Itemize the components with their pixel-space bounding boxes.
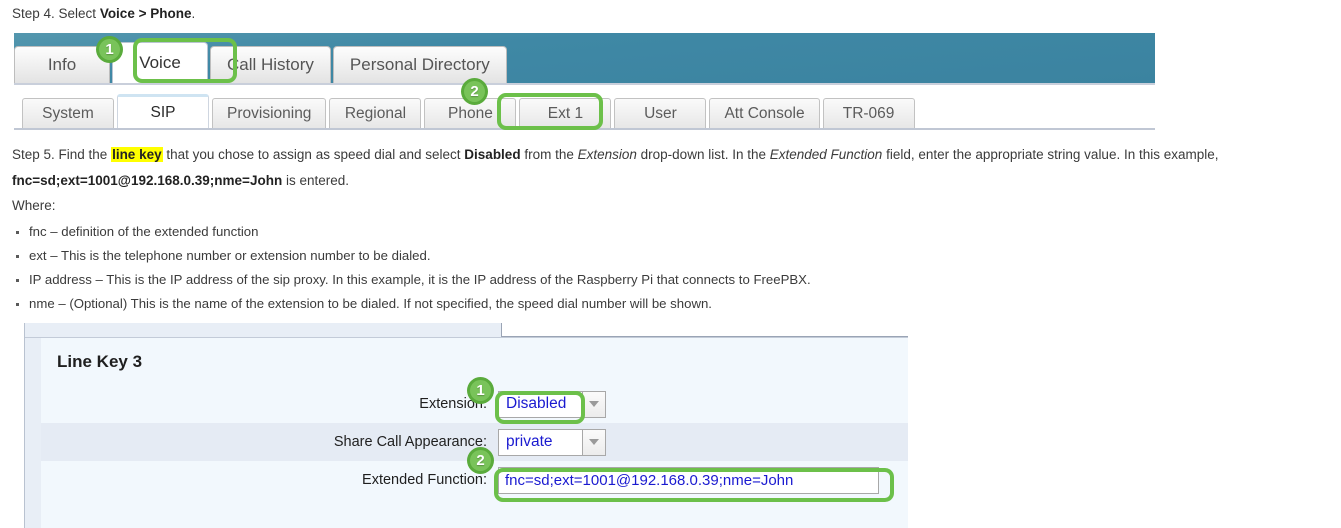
field-row-trailing — [41, 499, 908, 528]
step-5-bold-disabled: Disabled — [464, 147, 521, 162]
callout-badge-2-phone: 2 — [461, 78, 488, 105]
step-4-instruction: Step 4. Select Voice > Phone. — [12, 5, 195, 23]
step-4-prefix: Step 4. Select — [12, 6, 100, 21]
callout-badge-2-phone-label: 2 — [470, 83, 479, 100]
subtab-user[interactable]: User — [614, 98, 707, 129]
subtab-ext-1-label: Ext 1 — [547, 105, 584, 122]
bullet-fnc: fnc – definition of the extended functio… — [29, 224, 259, 239]
share-call-appearance-dropdown[interactable]: private — [498, 428, 606, 456]
extension-dropdown[interactable]: Disabled — [498, 390, 606, 418]
bullet-ext: ext – This is the telephone number or ex… — [29, 248, 431, 263]
step-5-example-string: fnc=sd;ext=1001@192.168.0.39;nme=John — [12, 173, 283, 188]
chevron-down-icon[interactable] — [582, 390, 606, 418]
section-title: Line Key 3 — [57, 351, 143, 371]
callout-badge-1-extension-label: 1 — [476, 382, 485, 399]
step-5-text-a: Step 5. Find the — [12, 147, 112, 162]
subtab-system[interactable]: System — [22, 98, 114, 129]
step-4-bold: Voice > Phone — [99, 6, 192, 21]
tab-info-label: Info — [47, 55, 77, 74]
extended-function-input[interactable]: fnc=sd;ext=1001@192.168.0.39;nme=John — [498, 466, 879, 494]
share-call-appearance-value[interactable]: private — [498, 428, 582, 456]
tab-personal-directory-label: Personal Directory — [349, 55, 490, 74]
step-5-text-d: drop-down list. In the — [636, 147, 770, 162]
extension-label: Extension: — [419, 396, 487, 412]
step-5-italic-extension: Extension — [577, 147, 637, 162]
subtab-provisioning[interactable]: Provisioning — [212, 98, 327, 129]
where-label-text: Where: — [12, 198, 56, 213]
subtab-tr-069[interactable]: TR-069 — [822, 98, 915, 129]
tab-call-history[interactable]: Call History — [210, 46, 331, 83]
list-item: fnc – definition of the extended functio… — [12, 224, 811, 240]
tab-voice-label: Voice — [139, 53, 181, 72]
callout-badge-1-voice: 1 — [96, 36, 123, 63]
subtab-ext-1[interactable]: Ext 1 — [519, 98, 612, 129]
step-5-text-b: that you chose to assign as speed dial a… — [162, 147, 465, 162]
list-item: ext – This is the telephone number or ex… — [12, 248, 811, 264]
step-5-paragraph-line-1: Step 5. Find the line key that you chose… — [12, 146, 1219, 163]
tab-voice[interactable]: Voice — [112, 42, 208, 83]
step-5-text-e: field, enter the appropriate string valu… — [882, 147, 1219, 162]
subtab-regional-label: Regional — [344, 105, 407, 122]
subtab-phone-label: Phone — [448, 105, 493, 122]
extended-function-label: Extended Function: — [362, 472, 487, 488]
subtab-user-label: User — [644, 105, 677, 122]
subtab-sip[interactable]: SIP — [117, 94, 209, 129]
subtab-att-console[interactable]: Att Console — [709, 98, 820, 129]
extension-value[interactable]: Disabled — [498, 390, 582, 418]
step-5-text-c: from the — [520, 147, 578, 162]
bullet-ip-address: IP address – This is the IP address of t… — [29, 272, 811, 287]
subtab-system-label: System — [42, 105, 94, 122]
share-call-appearance-label: Share Call Appearance: — [333, 434, 487, 450]
callout-badge-2-extended-function-label: 2 — [476, 452, 485, 469]
step-5-highlight-line-key: line key — [111, 147, 163, 162]
chevron-down-icon[interactable] — [582, 428, 606, 456]
list-item: IP address – This is the IP address of t… — [12, 272, 811, 288]
screenshot-root: Step 4. Select Voice > Phone. Info Voice… — [0, 0, 1341, 528]
callout-badge-1-voice-label: 1 — [105, 41, 114, 58]
definition-bullet-list: fnc – definition of the extended functio… — [12, 224, 811, 320]
step-5-example-tail: is entered. — [282, 173, 349, 188]
subtab-provisioning-label: Provisioning — [227, 105, 312, 122]
primary-tab-bar: Info Voice Call History Personal Directo… — [14, 41, 509, 83]
callout-badge-1-extension: 1 — [467, 377, 494, 404]
where-label: Where: — [12, 197, 56, 214]
line-key-settings-panel: Line Key 3 Extension: Disabled Share Cal… — [24, 323, 908, 528]
secondary-tab-underline — [14, 128, 1155, 130]
subtab-sip-label: SIP — [150, 104, 176, 121]
cutoff-field-above — [501, 323, 908, 337]
list-item: nme – (Optional) This is the name of the… — [12, 296, 811, 312]
callout-badge-2-extended-function: 2 — [467, 447, 494, 474]
subtab-tr-069-label: TR-069 — [842, 105, 895, 122]
step-5-paragraph-line-2: fnc=sd;ext=1001@192.168.0.39;nme=John is… — [12, 172, 349, 189]
bullet-nme: nme – (Optional) This is the name of the… — [29, 296, 712, 311]
step-5-italic-extended-function: Extended Function — [769, 147, 883, 162]
subtab-att-console-label: Att Console — [724, 105, 805, 122]
tab-personal-directory[interactable]: Personal Directory — [332, 46, 507, 83]
subtab-regional[interactable]: Regional — [329, 98, 422, 129]
tab-call-history-label: Call History — [227, 55, 314, 74]
step-4-suffix: . — [191, 6, 196, 21]
